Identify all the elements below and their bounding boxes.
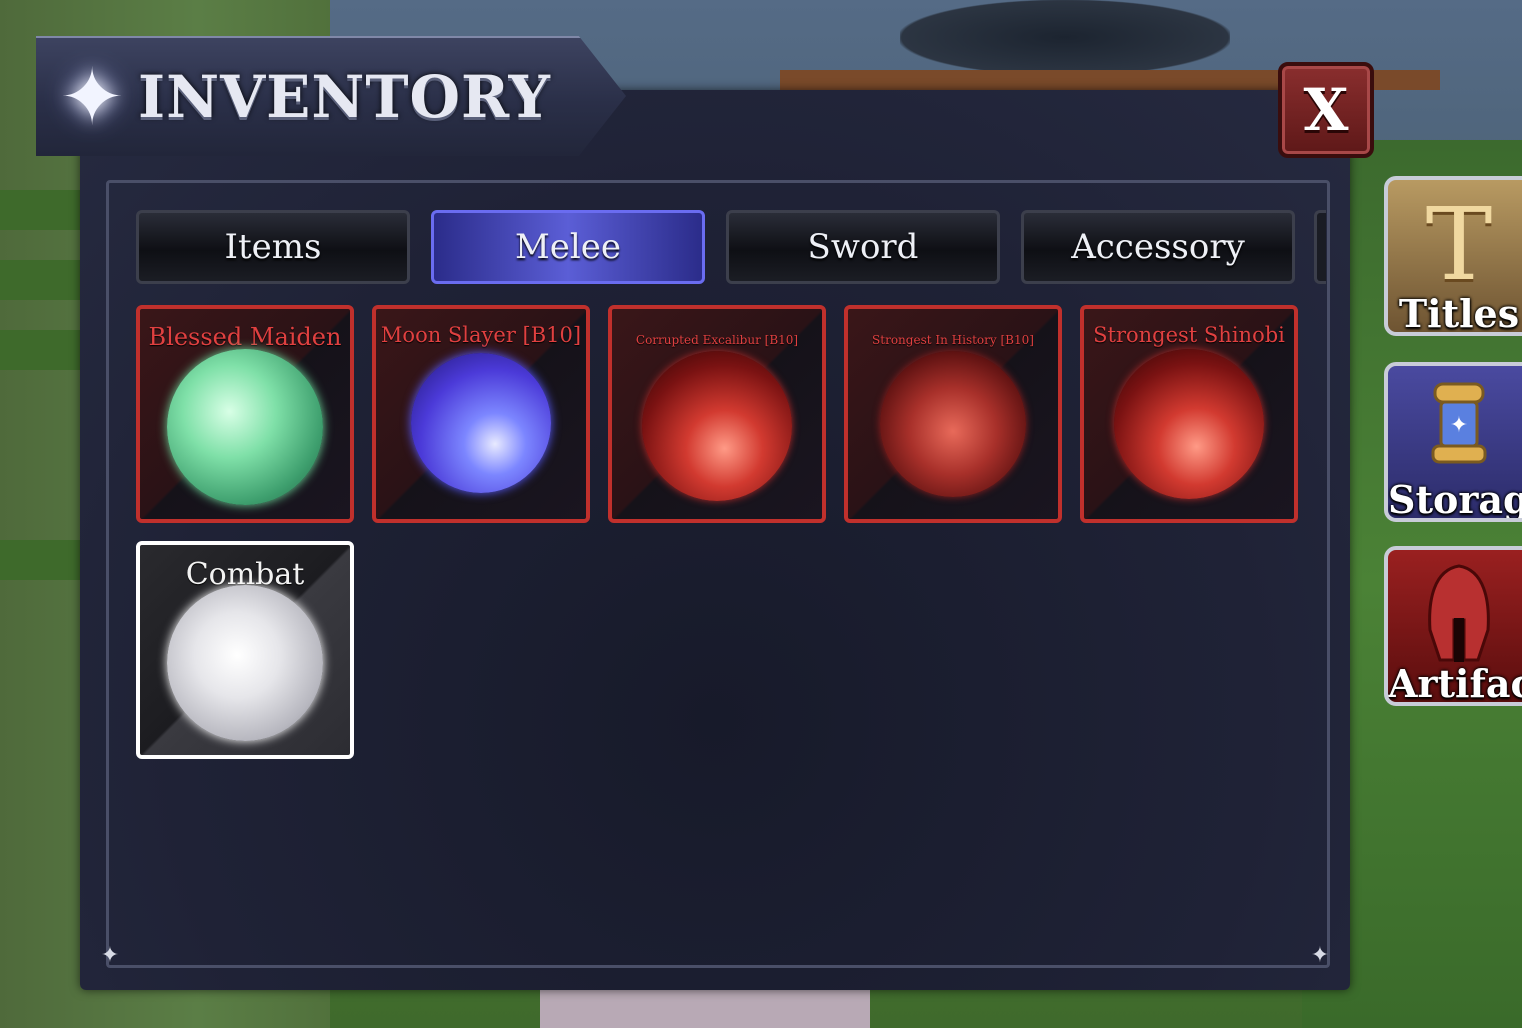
tab-accessory[interactable]: Accessory bbox=[1021, 210, 1295, 284]
tab-items[interactable]: Items bbox=[136, 210, 410, 284]
item-name: Strongest In History [B10] bbox=[872, 333, 1034, 347]
item-name: Moon Slayer [B10] bbox=[380, 323, 582, 347]
close-button[interactable]: X bbox=[1278, 62, 1374, 158]
item-slot-blessed-maiden[interactable]: Blessed Maiden bbox=[136, 305, 354, 523]
green-orb-icon bbox=[167, 349, 323, 505]
storage-button[interactable]: ✦ Storage bbox=[1384, 362, 1522, 522]
tab-label: Sword bbox=[807, 227, 919, 267]
corner-ornament-icon: ✦ bbox=[1310, 943, 1330, 968]
helmet-icon bbox=[1388, 560, 1522, 674]
close-icon: X bbox=[1303, 76, 1349, 144]
artifact-button[interactable]: Artifact bbox=[1384, 546, 1522, 706]
tab-melee[interactable]: Melee bbox=[431, 210, 705, 284]
white-orb-icon bbox=[167, 585, 323, 741]
purple-orb-icon bbox=[411, 353, 551, 493]
item-slot-moon-slayer[interactable]: Moon Slayer [B10] bbox=[372, 305, 590, 523]
item-slot-strongest-shinobi[interactable]: Strongest Shinobi bbox=[1080, 305, 1298, 523]
red-orb-icon bbox=[642, 351, 792, 501]
side-button-label: Storage bbox=[1388, 477, 1522, 522]
side-button-label: Titles bbox=[1398, 291, 1520, 336]
titles-button[interactable]: T Titles bbox=[1384, 176, 1522, 336]
tab-overflow-edge bbox=[1314, 210, 1326, 284]
storage-capsule-icon: ✦ bbox=[1388, 376, 1522, 480]
tab-label: Items bbox=[224, 227, 322, 267]
item-name: Strongest Shinobi bbox=[1093, 323, 1285, 347]
sparkle-star-icon: ✦ bbox=[59, 53, 125, 143]
item-name: Corrupted Excalibur [B10] bbox=[635, 333, 799, 347]
tab-label: Melee bbox=[514, 227, 622, 267]
cracked-red-orb-icon bbox=[880, 351, 1026, 497]
item-slot-corrupted-excalibur[interactable]: Corrupted Excalibur [B10] bbox=[608, 305, 826, 523]
background-tree bbox=[900, 0, 1230, 75]
corner-ornament-icon: ✦ bbox=[100, 943, 120, 968]
tab-label: Accessory bbox=[1071, 227, 1245, 267]
svg-text:✦: ✦ bbox=[1450, 413, 1468, 438]
page-title: INVENTORY bbox=[138, 63, 551, 131]
side-button-label: Artifact bbox=[1388, 661, 1522, 706]
title-t-icon: T bbox=[1425, 186, 1493, 303]
item-name: Blessed Maiden bbox=[148, 323, 342, 351]
item-slot-strongest-in-history[interactable]: Strongest In History [B10] bbox=[844, 305, 1062, 523]
red-orb-icon bbox=[1114, 349, 1264, 499]
item-slot-combat[interactable]: Combat bbox=[136, 541, 354, 759]
tab-sword[interactable]: Sword bbox=[726, 210, 1000, 284]
